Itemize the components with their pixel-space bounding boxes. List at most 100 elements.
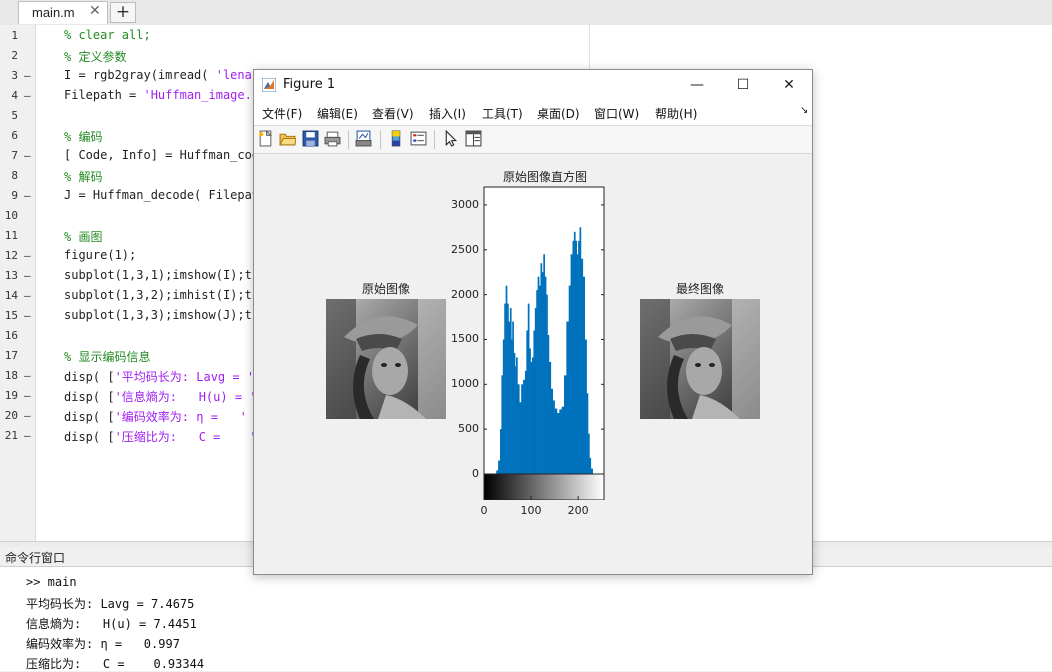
save-icon[interactable]: [302, 130, 319, 147]
code-line[interactable]: disp( ['信息熵为: H(u) = ': [64, 388, 257, 405]
legend-icon[interactable]: [410, 130, 427, 147]
histogram-bar: [556, 413, 560, 474]
code-line[interactable]: disp( ['平均码长为: Lavg = ': [64, 368, 254, 385]
code-line[interactable]: subplot(1,3,3);imshow(J);ti: [64, 308, 259, 322]
code-token: % 解码: [64, 170, 103, 184]
figure-title-bar[interactable]: Figure 1 — ☐ ✕: [254, 70, 812, 100]
code-token: [ Code, Info] = Huffman_cod: [64, 148, 260, 162]
subplot1-title: 原始图像: [362, 282, 411, 296]
line-number: 5: [11, 109, 18, 122]
code-token: Filepath =: [64, 88, 144, 102]
breakpoint-marker[interactable]: —: [24, 69, 31, 82]
close-button[interactable]: ✕: [766, 70, 812, 100]
tab-main-m[interactable]: main.m ✕: [18, 1, 108, 24]
code-line[interactable]: J = Huffman_decode( Filepat: [64, 188, 259, 202]
menu-item[interactable]: 插入(I): [429, 105, 466, 122]
line-number: 17: [4, 349, 18, 362]
code-line[interactable]: disp( ['编码效率为: η = ': [64, 408, 247, 425]
editor-tab-strip: main.m ✕ +: [0, 0, 1052, 26]
command-output-line: 信息熵为: H(u) = 7.4451: [26, 617, 197, 631]
add-tab-button[interactable]: +: [110, 2, 136, 23]
code-line[interactable]: % 定义参数: [64, 48, 126, 65]
breakpoint-marker[interactable]: —: [24, 149, 31, 162]
maximize-button[interactable]: ☐: [720, 70, 766, 100]
open-folder-icon[interactable]: [279, 130, 297, 147]
colorbar-icon[interactable]: [387, 130, 404, 147]
y-tick-label: 3000: [451, 197, 479, 211]
menu-item[interactable]: 查看(V): [372, 105, 414, 122]
histogram-bar: [498, 460, 501, 474]
original-image: [326, 299, 446, 419]
toolbar-separator: [434, 130, 435, 149]
breakpoint-marker[interactable]: —: [24, 429, 31, 442]
breakpoint-marker[interactable]: —: [24, 369, 31, 382]
line-number: 19: [4, 389, 18, 402]
histogram-bar: [554, 408, 558, 474]
line-number: 9: [11, 189, 18, 202]
tab-label: main.m: [32, 5, 75, 20]
menu-item[interactable]: 窗口(W): [594, 105, 639, 122]
code-line[interactable]: % 画图: [64, 228, 102, 245]
code-line[interactable]: % 编码: [64, 128, 102, 145]
menu-overflow-icon[interactable]: ↘: [800, 105, 808, 116]
minimize-button[interactable]: —: [674, 70, 720, 100]
line-number: 7: [11, 149, 18, 162]
breakpoint-marker[interactable]: —: [24, 269, 31, 282]
breakpoint-marker[interactable]: —: [24, 309, 31, 322]
code-line[interactable]: subplot(1,3,2);imhist(I);ti: [64, 288, 259, 302]
figure-window[interactable]: Figure 1 — ☐ ✕ 文件(F) 编辑(E) 查看(V) 插入(I) 工具(T)…: [253, 69, 813, 575]
code-line[interactable]: subplot(1,3,1);imshow(I);ti: [64, 268, 259, 282]
breakpoint-marker[interactable]: —: [24, 89, 31, 102]
y-tick-label: 1500: [451, 332, 479, 346]
code-token: % 画图: [64, 230, 103, 244]
new-file-icon[interactable]: [257, 129, 274, 147]
code-line[interactable]: % clear all;: [64, 28, 151, 42]
command-output-line: >> main: [26, 575, 77, 589]
print-icon[interactable]: [324, 130, 341, 147]
code-line[interactable]: [ Code, Info] = Huffman_cod: [64, 148, 259, 162]
code-token: % 定义参数: [64, 50, 127, 64]
code-line[interactable]: disp( ['压缩比为: C = ': [64, 428, 257, 445]
subplot3-title: 最终图像: [676, 282, 725, 296]
command-window[interactable]: >> main 平均码长为: Lavg = 7.4675 信息熵为: H(u) = …: [0, 567, 1052, 671]
histogram-bar: [548, 361, 552, 474]
breakpoint-marker[interactable]: —: [24, 189, 31, 202]
command-window-title: 命令行窗口: [5, 551, 66, 565]
code-token: figure(1);: [64, 248, 137, 262]
code-token: subplot(1,3,3);imshow(J);ti: [64, 308, 260, 322]
code-line[interactable]: I = rgb2gray(imread( 'lena.: [64, 68, 259, 82]
line-number: 15: [4, 309, 18, 322]
code-token: subplot(1,3,2);imhist(I);ti: [64, 288, 260, 302]
close-tab-icon[interactable]: ✕: [89, 3, 101, 19]
print-figure-icon[interactable]: [355, 130, 372, 147]
code-line[interactable]: % 解码: [64, 168, 102, 185]
line-number: 2: [11, 49, 18, 62]
menu-item[interactable]: 工具(T): [482, 105, 523, 122]
final-image: [640, 299, 760, 419]
code-line[interactable]: % 显示编码信息: [64, 348, 150, 365]
breakpoint-marker[interactable]: —: [24, 409, 31, 422]
code-line[interactable]: figure(1);: [64, 248, 136, 262]
menu-item[interactable]: 文件(F): [262, 105, 302, 122]
code-line[interactable]: Filepath = 'Huffman_image.b: [64, 88, 259, 102]
line-number: 1: [11, 29, 18, 42]
toolbar-separator: [380, 130, 381, 149]
menu-item[interactable]: 编辑(E): [317, 105, 358, 122]
breakpoint-marker[interactable]: —: [24, 289, 31, 302]
property-editor-icon[interactable]: [465, 130, 482, 147]
menu-item[interactable]: 帮助(H): [655, 105, 697, 122]
histogram-bar: [582, 276, 586, 474]
menu-item[interactable]: 桌面(D): [537, 105, 580, 122]
code-token: % 编码: [64, 130, 103, 144]
breakpoint-marker[interactable]: —: [24, 389, 31, 402]
figure-menu-bar: 文件(F) 编辑(E) 查看(V) 插入(I) 工具(T) 桌面(D) 窗口(W) 帮助(H)…: [254, 100, 812, 126]
breakpoint-marker[interactable]: —: [24, 249, 31, 262]
command-output-line: 平均码长为: Lavg = 7.4675: [26, 597, 195, 611]
line-number: 20: [4, 409, 18, 422]
histogram-bar: [496, 470, 499, 474]
line-number: 21: [4, 429, 18, 442]
figure-title: Figure 1: [283, 77, 336, 92]
code-token: I = rgb2gray(imread(: [64, 68, 216, 82]
y-tick-label: 0: [472, 467, 479, 480]
pointer-icon[interactable]: [442, 129, 459, 147]
